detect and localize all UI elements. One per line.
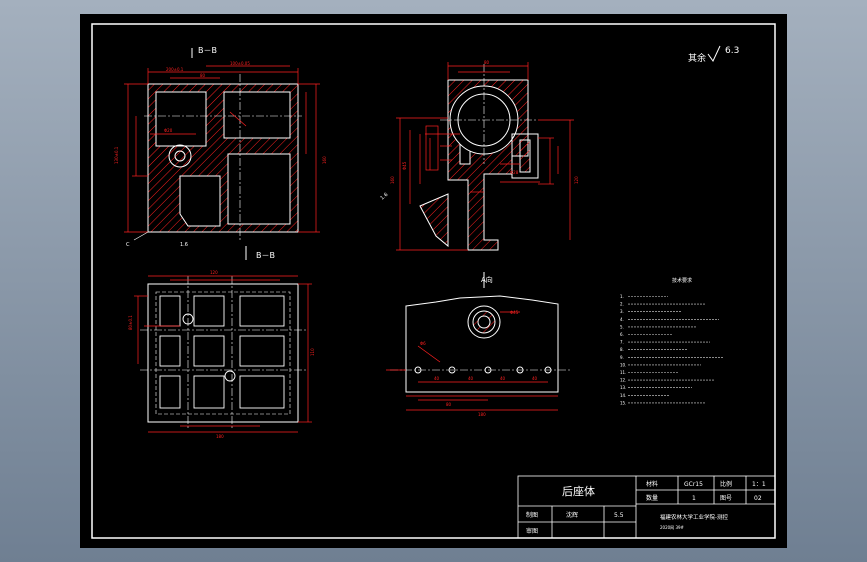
roughness-value: 6.3 bbox=[725, 46, 739, 56]
svg-text:40: 40 bbox=[500, 376, 506, 381]
view-a-label: A向 bbox=[481, 275, 493, 284]
note-item: 7. bbox=[620, 340, 624, 345]
svg-text:100±0.05: 100±0.05 bbox=[230, 61, 250, 66]
svg-text:40: 40 bbox=[434, 376, 440, 381]
note-item: 6. bbox=[620, 332, 624, 337]
scale-value: 1：1 bbox=[752, 481, 766, 488]
svg-text:160: 160 bbox=[390, 176, 395, 184]
drawing-no-value: 02 bbox=[754, 495, 762, 502]
note-item: 14. bbox=[620, 393, 626, 398]
note-item: 11. bbox=[620, 370, 626, 375]
svg-text:120: 120 bbox=[210, 270, 218, 275]
part-name: 后座体 bbox=[562, 484, 595, 498]
svg-text:110: 110 bbox=[310, 348, 315, 356]
front-section-view: B－B 200±0.1100±0.0580 130±0.1 160 Φ20 C … bbox=[114, 46, 327, 248]
note-item: 4. bbox=[620, 317, 624, 322]
note-item: 5. bbox=[620, 324, 624, 329]
svg-text:180: 180 bbox=[478, 412, 486, 417]
side-section-view: 80 160 120 Φ45 Φ28 1.6 bbox=[379, 60, 579, 251]
svg-text:40: 40 bbox=[468, 376, 474, 381]
material-label: 材料 bbox=[646, 480, 658, 488]
drawn-name: 沈辉 bbox=[566, 511, 578, 519]
svg-text:80: 80 bbox=[200, 73, 206, 78]
svg-text:120: 120 bbox=[574, 176, 579, 184]
roughness-symbol-icon bbox=[707, 45, 721, 62]
school-name: 福建农林大学工业学院-测控 bbox=[660, 513, 728, 521]
section-label-bottom: B－B bbox=[256, 251, 275, 260]
drawing-sheet: 其余 6.3 B－B 200±0.1 100±0.05 80 130±0.1 1… bbox=[80, 14, 787, 548]
svg-text:40: 40 bbox=[532, 376, 538, 381]
drawn-label: 制图 bbox=[526, 511, 538, 519]
roughness-note: 其余 6.3 bbox=[688, 45, 739, 64]
drawn-date: 5.5 bbox=[614, 512, 624, 519]
view-a: A向 40 40 40 40 80 180 Φ45 Φ6 bbox=[386, 272, 570, 417]
svg-text:C: C bbox=[126, 242, 130, 248]
material-value: GCr15 bbox=[684, 481, 703, 488]
note-item: 13. bbox=[620, 385, 626, 390]
qty-label: 数量 bbox=[646, 494, 658, 502]
notes-title: 技术要求 bbox=[672, 277, 692, 284]
note-item: 15. bbox=[620, 400, 626, 405]
engineering-drawing: 其余 6.3 B－B 200±0.1100±0.0580 130±0.1 160… bbox=[91, 23, 776, 539]
roughness-prefix: 其余 bbox=[688, 52, 706, 64]
svg-text:80: 80 bbox=[484, 60, 490, 65]
svg-text:Φ20: Φ20 bbox=[164, 128, 173, 133]
svg-text:Φ45: Φ45 bbox=[402, 161, 407, 170]
svg-text:200±0.1: 200±0.1 bbox=[166, 67, 184, 72]
section-label-top: B－B bbox=[198, 46, 217, 55]
note-item: 12. bbox=[620, 378, 626, 383]
note-item: 9. bbox=[620, 355, 624, 360]
svg-text:80±0.1: 80±0.1 bbox=[128, 315, 133, 330]
svg-text:1.6: 1.6 bbox=[180, 242, 188, 248]
svg-text:Φ45: Φ45 bbox=[510, 310, 519, 315]
svg-text:1.6: 1.6 bbox=[379, 192, 389, 202]
drawing-no-label: 图号 bbox=[720, 495, 732, 502]
checked-label: 审图 bbox=[526, 527, 538, 535]
class-code: 2020网 39# bbox=[660, 525, 685, 530]
cad-viewport: 其余 6.3 B－B 200±0.1 100±0.05 80 130±0.1 1… bbox=[0, 0, 867, 562]
note-item: 3. bbox=[620, 309, 624, 314]
plan-section-view: B－B 12080±0.1 110180 bbox=[128, 246, 315, 439]
svg-text:Φ6: Φ6 bbox=[420, 341, 426, 346]
svg-text:80: 80 bbox=[446, 402, 452, 407]
note-item: 1. bbox=[620, 294, 624, 299]
qty-value: 1 bbox=[692, 495, 696, 502]
note-item: 10. bbox=[620, 362, 626, 367]
note-item: 2. bbox=[620, 302, 624, 307]
technical-notes: 技术要求 1. 2. 3. 4. 5. 6. 7. 8. 9. 10. 11. 12. 13. 14. 15… bbox=[620, 277, 724, 405]
svg-text:Φ28: Φ28 bbox=[510, 170, 519, 175]
note-item: 8. bbox=[620, 347, 624, 352]
scale-label: 比例 bbox=[720, 480, 732, 488]
svg-text:160: 160 bbox=[322, 156, 327, 164]
svg-text:180: 180 bbox=[216, 434, 224, 439]
svg-text:130±0.1: 130±0.1 bbox=[114, 146, 119, 164]
